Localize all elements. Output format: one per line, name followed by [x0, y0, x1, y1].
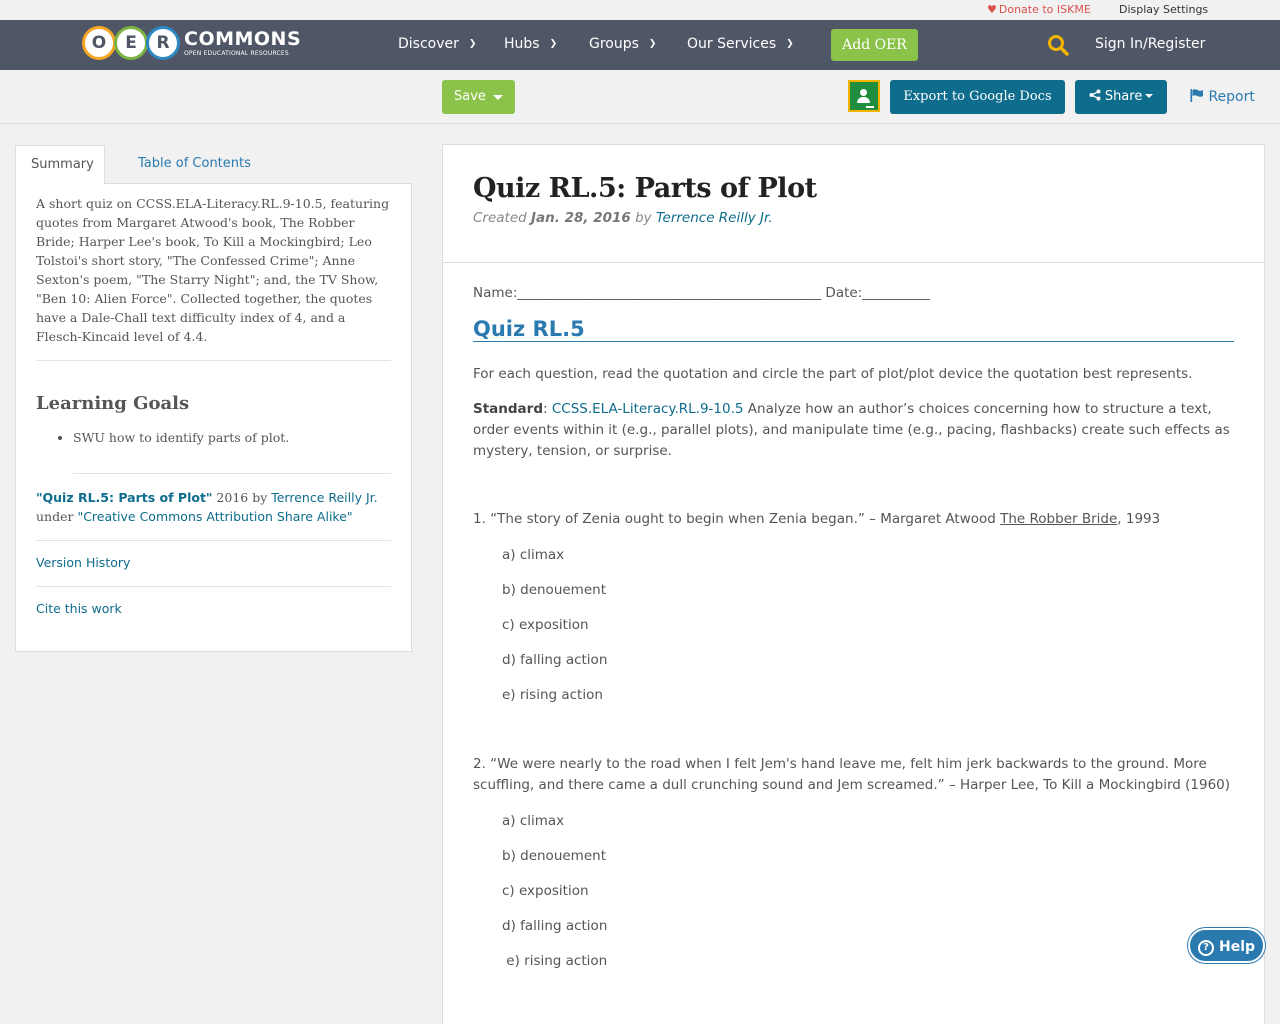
- tab-summary[interactable]: Summary: [15, 145, 105, 185]
- learning-goals-list: SWU how to identify parts of plot.: [73, 430, 391, 474]
- question-1: 1. “The story of Zenia ought to begin wh…: [473, 509, 1234, 530]
- q2-option-a: a) climax: [502, 813, 565, 829]
- save-button[interactable]: Save: [442, 80, 515, 114]
- tab-table-of-contents[interactable]: Table of Contents: [123, 145, 266, 184]
- chevron-down-icon: ❯: [648, 39, 657, 49]
- main-content: Quiz RL.5: Parts of Plot Created Jan. 28…: [442, 144, 1265, 1024]
- instructions: For each question, read the quotation an…: [473, 366, 1193, 382]
- page-title: Quiz RL.5: Parts of Plot: [473, 173, 817, 204]
- q1-option-a: a) climax: [502, 547, 565, 563]
- share-icon: [1089, 89, 1101, 101]
- attribution: "Quiz RL.5: Parts of Plot" 2016 by Terre…: [36, 474, 391, 541]
- chevron-down-icon: ❯: [549, 39, 558, 49]
- sign-in-register-link[interactable]: Sign In/Register: [1095, 36, 1205, 52]
- created-by: by: [630, 210, 656, 226]
- help-button[interactable]: ? Help: [1188, 928, 1265, 963]
- heart-icon: ♥: [987, 3, 997, 16]
- standard-label: Standard: [473, 401, 543, 417]
- name-date-line: Name:___________________________________…: [473, 285, 930, 301]
- report-label: Report: [1208, 89, 1255, 105]
- q2-option-c: c) exposition: [502, 883, 589, 899]
- question-icon: ?: [1198, 940, 1214, 956]
- logo-letter-e: E: [114, 26, 148, 60]
- save-label: Save: [454, 89, 486, 104]
- google-classroom-icon[interactable]: [848, 80, 880, 112]
- attribution-author-link[interactable]: Terrence Reilly Jr.: [271, 490, 377, 505]
- logo-tagline: OPEN EDUCATIONAL RESOURCES: [184, 49, 289, 57]
- license-link[interactable]: "Creative Commons Attribution Share Alik…: [77, 509, 352, 524]
- logo-letter-r: R: [146, 26, 180, 60]
- standard-link[interactable]: CCSS.ELA-Literacy.RL.9-10.5: [552, 401, 744, 417]
- created-line: Created Jan. 28, 2016 by Terrence Reilly…: [473, 210, 1234, 226]
- quiz-heading: Quiz RL.5: [473, 317, 1234, 342]
- standard-paragraph: Standard: CCSS.ELA-Literacy.RL.9-10.5 An…: [473, 401, 1230, 459]
- share-button[interactable]: Share: [1075, 80, 1167, 114]
- logo-wordmark: COMMONS OPEN EDUCATIONAL RESOURCES: [184, 27, 302, 57]
- donate-label: Donate to ISKME: [998, 3, 1091, 16]
- attribution-under: under: [36, 509, 78, 524]
- q1-option-e: e) rising action: [502, 687, 603, 703]
- nav-our-services-label: Our Services: [687, 36, 777, 52]
- q1-option-b: b) denouement: [502, 582, 606, 598]
- question-1-text: 1. “The story of Zenia ought to begin wh…: [473, 511, 1001, 527]
- sidebar-tabs: Summary Table of Contents: [15, 145, 412, 185]
- quiz-body: Name:___________________________________…: [443, 263, 1264, 972]
- nav-our-services[interactable]: Our Services ❯: [687, 36, 794, 52]
- created-label: Created: [473, 210, 532, 226]
- export-google-docs-button[interactable]: Export to Google Docs: [890, 80, 1065, 114]
- chevron-down-icon: ❯: [786, 39, 794, 49]
- sidebar-panel: Summary Table of Contents A short quiz o…: [15, 145, 412, 652]
- q1-option-d: d) falling action: [502, 652, 608, 668]
- flag-icon: [1190, 89, 1203, 102]
- chevron-down-icon: ❯: [468, 39, 477, 49]
- resource-header: Quiz RL.5: Parts of Plot Created Jan. 28…: [443, 145, 1264, 263]
- oer-commons-logo[interactable]: O E R COMMONS OPEN EDUCATIONAL RESOURCES: [82, 25, 301, 61]
- nav-discover-label: Discover: [398, 36, 459, 52]
- resource-toolbar: Save Export to Google Docs Share Report: [0, 70, 1280, 124]
- search-icon[interactable]: [1047, 34, 1069, 56]
- question-2: 2. “We were nearly to the road when I fe…: [473, 756, 1231, 793]
- nav-discover[interactable]: Discover ❯: [398, 36, 476, 52]
- logo-letter-o: O: [82, 26, 116, 60]
- question-1-book: The Robber Bride: [1000, 511, 1118, 527]
- q2-option-e: e) rising action: [502, 953, 608, 969]
- caret-down-icon: [1145, 94, 1154, 98]
- add-oer-button[interactable]: Add OER: [831, 29, 918, 61]
- report-link[interactable]: Report: [1190, 89, 1255, 105]
- question-1-year: , 1993: [1117, 511, 1161, 527]
- display-settings-link[interactable]: Display Settings: [1119, 3, 1208, 16]
- learning-goal-item: SWU how to identify parts of plot.: [73, 430, 391, 445]
- attribution-title-link[interactable]: "Quiz RL.5: Parts of Plot": [36, 490, 212, 505]
- author-link[interactable]: Terrence Reilly Jr.: [656, 210, 773, 226]
- share-label: Share: [1104, 89, 1143, 104]
- nav-hubs[interactable]: Hubs ❯: [504, 36, 557, 52]
- nav-groups-label: Groups: [589, 36, 639, 52]
- nav-groups[interactable]: Groups ❯: [589, 36, 656, 52]
- q1-option-c: c) exposition: [502, 617, 589, 633]
- logo-word: COMMONS: [184, 27, 302, 50]
- learning-goals-title: Learning Goals: [36, 393, 190, 414]
- version-history-link[interactable]: Version History: [36, 541, 391, 587]
- summary-text: A short quiz on CCSS.ELA-Literacy.RL.9-1…: [36, 184, 391, 361]
- donate-link[interactable]: ♥ Donate to ISKME: [987, 3, 1091, 16]
- created-date: Jan. 28, 2016: [531, 210, 631, 226]
- q2-option-d: d) falling action: [502, 918, 608, 934]
- attribution-year: 2016 by: [212, 490, 272, 505]
- sidebar-body: A short quiz on CCSS.ELA-Literacy.RL.9-1…: [15, 184, 412, 652]
- main-navbar: O E R COMMONS OPEN EDUCATIONAL RESOURCES…: [0, 20, 1280, 70]
- nav-hubs-label: Hubs: [504, 36, 540, 52]
- q2-option-b: b) denouement: [502, 848, 606, 864]
- help-label: Help: [1219, 939, 1256, 955]
- utility-bar: ♥ Donate to ISKME Display Settings: [0, 0, 1280, 20]
- cite-this-work-link[interactable]: Cite this work: [36, 587, 391, 632]
- caret-down-icon: [493, 95, 503, 100]
